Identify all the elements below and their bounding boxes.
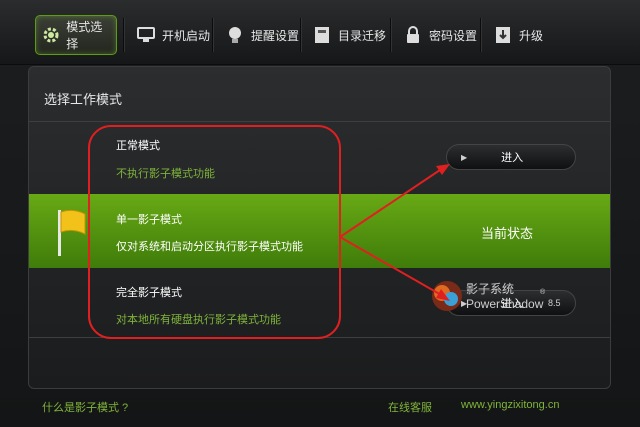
current-status-label: 当前状态 bbox=[481, 226, 534, 241]
tab-label: 目录迁移 bbox=[338, 28, 387, 43]
mode-desc-normal: 不执行影子模式功能 bbox=[116, 168, 215, 180]
gear-icon bbox=[42, 25, 60, 45]
tab-upgrade[interactable]: 升级 bbox=[487, 15, 549, 55]
enter-normal-mode-button[interactable]: ▶ 进入 bbox=[446, 144, 576, 170]
upgrade-icon bbox=[493, 25, 513, 45]
tab-label: 开机启动 bbox=[162, 28, 211, 43]
website-link[interactable]: www.yingzixitong.cn bbox=[461, 399, 559, 411]
monitor-icon bbox=[136, 25, 156, 45]
bulb-icon bbox=[225, 25, 245, 45]
tab-password[interactable]: 密码设置 bbox=[397, 15, 483, 55]
app-window: ▪ × 模式选择 开机启动 提醒设置 bbox=[0, 0, 640, 427]
mode-title-single: 单一影子模式 bbox=[116, 214, 182, 226]
mode-panel: 选择工作模式 正常模式 不执行影子模式功能 ▶ 进入 单一影子模式 仅对系统和启… bbox=[28, 66, 611, 389]
flag-icon bbox=[55, 208, 91, 263]
folder-icon bbox=[312, 25, 332, 45]
panel-title: 选择工作模式 bbox=[44, 92, 123, 107]
tab-label: 升级 bbox=[519, 28, 544, 43]
logo-version: 8.5 bbox=[548, 298, 561, 308]
online-support-link[interactable]: 在线客服 bbox=[388, 399, 432, 415]
mode-desc-full: 对本地所有硬盘执行影子模式功能 bbox=[116, 314, 281, 326]
mode-title-normal: 正常模式 bbox=[116, 140, 160, 152]
help-link[interactable]: 什么是影子模式 ? bbox=[42, 399, 128, 415]
lock-icon bbox=[403, 25, 423, 45]
mode-title-full: 完全影子模式 bbox=[116, 287, 182, 299]
tab-label: 提醒设置 bbox=[251, 28, 300, 43]
tab-label: 模式选择 bbox=[66, 20, 103, 51]
tab-label: 密码设置 bbox=[429, 28, 478, 43]
powershadow-logo-icon bbox=[430, 279, 464, 318]
tab-startup[interactable]: 开机启动 bbox=[130, 15, 216, 55]
play-icon: ▶ bbox=[461, 152, 468, 162]
tab-directory-migrate[interactable]: 目录迁移 bbox=[306, 15, 392, 55]
toolbar: 模式选择 开机启动 提醒设置 目录迁移 密码设置 升级 bbox=[0, 0, 640, 65]
tab-mode-select[interactable]: 模式选择 bbox=[35, 15, 117, 55]
logo-registered-mark: ® bbox=[540, 289, 546, 296]
logo-name-cn: 影子系统 bbox=[466, 282, 515, 296]
logo-name-en: PowerShadow bbox=[466, 297, 544, 311]
tab-reminder[interactable]: 提醒设置 bbox=[219, 15, 305, 55]
mode-desc-single: 仅对系统和启动分区执行影子模式功能 bbox=[116, 241, 303, 253]
